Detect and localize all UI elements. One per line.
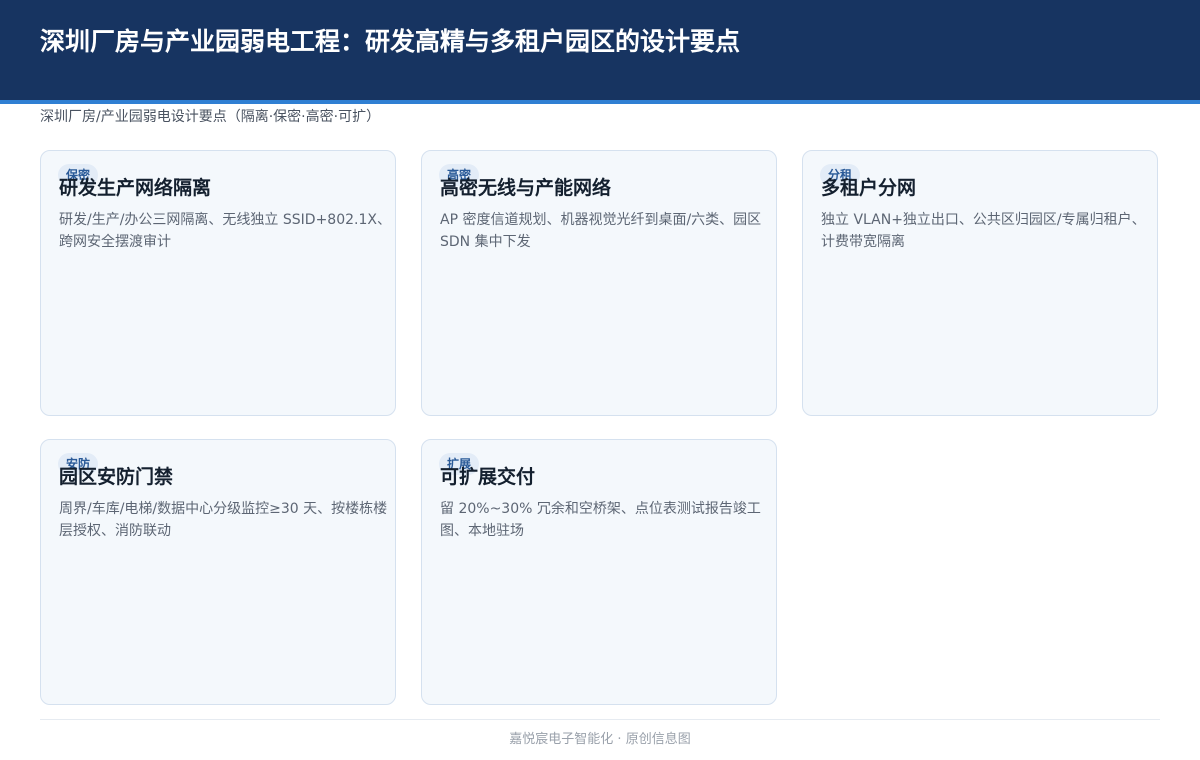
card-title: 多租户分网: [821, 177, 917, 199]
card-description: 研发/生产/办公三网隔离、无线独立 SSID+802.1X、跨网安全摆渡审计: [59, 212, 391, 250]
card-description: AP 密度信道规划、机器视觉光纤到桌面/六类、园区 SDN 集中下发: [440, 212, 762, 250]
header-bar: 深圳厂房与产业园弱电工程：研发高精与多租户园区的设计要点: [0, 0, 1200, 104]
card-description: 独立 VLAN+独立出口、公共区归园区/专属归租户、计费带宽隔离: [821, 212, 1146, 250]
footer-divider: [40, 719, 1160, 720]
card-description: 周界/车库/电梯/数据中心分级监控≥30 天、按楼栋楼层授权、消防联动: [59, 501, 388, 539]
card-high-density-wireless: 高密 高密无线与产能网络 AP 密度信道规划、机器视觉光纤到桌面/六类、园区 S…: [421, 150, 777, 416]
card-title: 园区安防门禁: [59, 466, 174, 488]
page-title: 深圳厂房与产业园弱电工程：研发高精与多租户园区的设计要点: [40, 27, 741, 56]
page-subtitle: 深圳厂房/产业园弱电设计要点（隔离·保密·高密·可扩）: [40, 109, 381, 125]
card-description: 留 20%~30% 冗余和空桥架、点位表测试报告竣工图、本地驻场: [440, 501, 761, 539]
card-title: 高密无线与产能网络: [440, 177, 612, 199]
card-scalable-delivery: 扩展 可扩展交付 留 20%~30% 冗余和空桥架、点位表测试报告竣工图、本地驻…: [421, 439, 777, 705]
card-network-isolation: 保密 研发生产网络隔离 研发/生产/办公三网隔离、无线独立 SSID+802.1…: [40, 150, 396, 416]
card-multi-tenant-network: 分租 多租户分网 独立 VLAN+独立出口、公共区归园区/专属归租户、计费带宽隔…: [802, 150, 1158, 416]
card-title: 可扩展交付: [440, 466, 536, 488]
footer-credit: 嘉悦宸电子智能化 · 原创信息图: [509, 732, 691, 747]
card-security-access: 安防 园区安防门禁 周界/车库/电梯/数据中心分级监控≥30 天、按楼栋楼层授权…: [40, 439, 396, 705]
card-title: 研发生产网络隔离: [59, 177, 212, 199]
